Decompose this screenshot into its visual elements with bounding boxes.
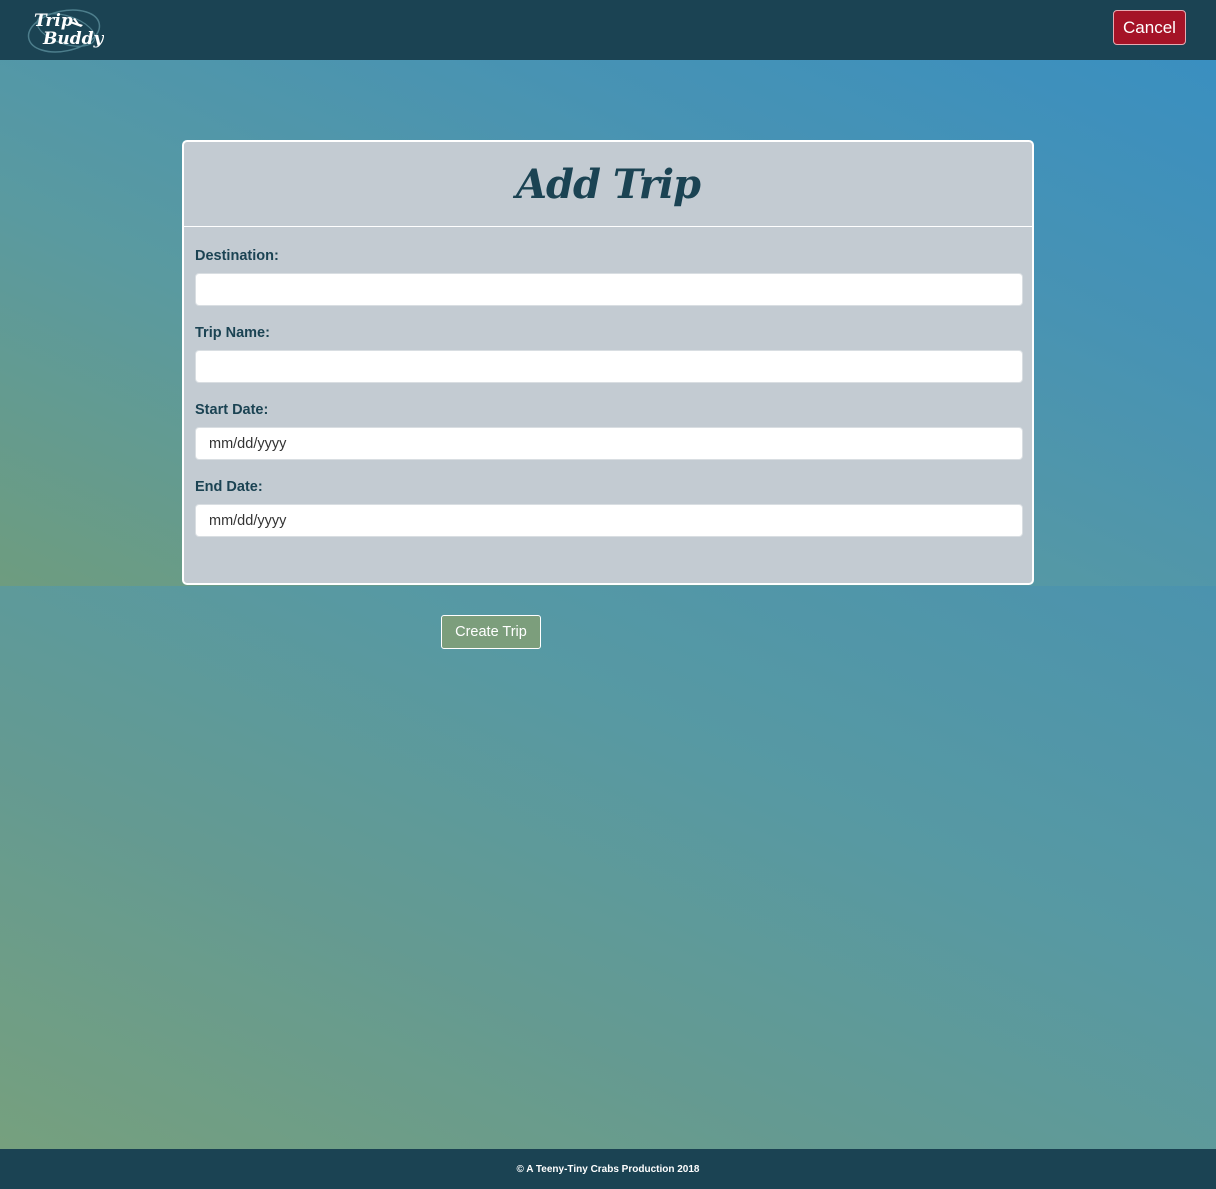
logo-graphic: Trip Buddy	[27, 9, 104, 53]
footer-copyright: © A Teeny-Tiny Crabs Production 2018	[516, 1163, 700, 1175]
start-date-input[interactable]	[195, 427, 1023, 460]
destination-input[interactable]	[195, 273, 1023, 306]
page-title: Add Trip	[516, 160, 701, 208]
end-date-input[interactable]	[195, 504, 1023, 537]
end-date-label: End Date:	[195, 479, 263, 495]
trip-name-label: Trip Name:	[195, 325, 270, 341]
start-date-label: Start Date:	[195, 402, 269, 418]
page-background-bottom	[0, 586, 1216, 1149]
trip-buddy-logo[interactable]: Trip Buddy	[26, 5, 104, 55]
trip-name-field-group: Trip Name:	[195, 325, 1023, 383]
add-trip-form: Destination: Trip Name: Start Date: End …	[184, 227, 1032, 537]
destination-field-group: Destination:	[195, 248, 1023, 306]
logo-text-line2: Buddy	[42, 29, 104, 49]
logo-text-line1: Trip	[34, 11, 73, 31]
navbar: Trip Buddy Cancel	[0, 0, 1216, 60]
trip-name-input[interactable]	[195, 350, 1023, 383]
card-header: Add Trip	[184, 142, 1032, 227]
end-date-field-group: End Date:	[195, 479, 1023, 537]
add-trip-card: Add Trip Destination: Trip Name: Start D…	[182, 140, 1034, 585]
destination-label: Destination:	[195, 248, 279, 264]
footer: © A Teeny-Tiny Crabs Production 2018	[0, 1149, 1216, 1189]
create-trip-button[interactable]: Create Trip	[441, 615, 541, 649]
start-date-field-group: Start Date:	[195, 402, 1023, 460]
cancel-button[interactable]: Cancel	[1113, 10, 1186, 45]
